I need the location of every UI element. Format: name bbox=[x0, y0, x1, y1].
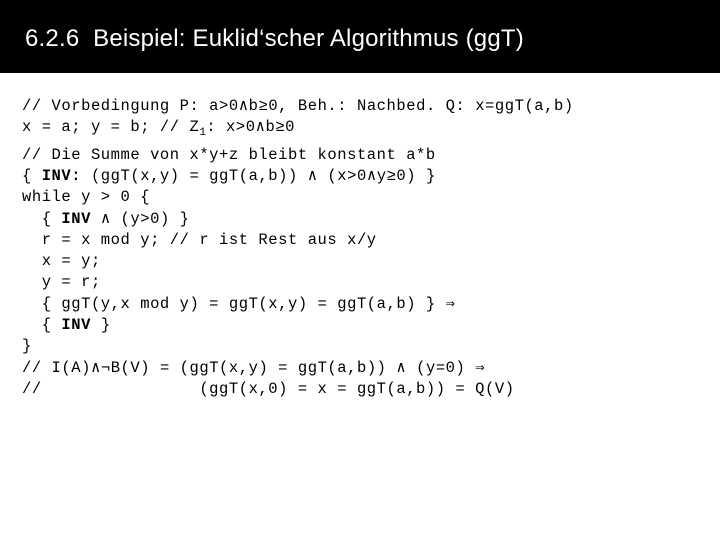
line-14-conclusion: // (ggT(x,0) = x = ggT(a,b)) = Q(V) bbox=[22, 379, 702, 400]
line-13-termination: // I(A)∧¬B(V) = (ggT(x,y) = ggT(a,b)) ∧ … bbox=[22, 358, 702, 379]
line-7-r-assign-text: r = x mod y; // r ist Rest aus x/y bbox=[22, 230, 377, 249]
line-2-init-text: x = a; y = b; // Z bbox=[22, 118, 200, 137]
line-7-r-assign: r = x mod y; // r ist Rest aus x/y bbox=[22, 230, 702, 251]
title-bar: 6.2.6 Beispiel: Euklid‘scher Algorithmus… bbox=[0, 0, 720, 73]
line-6-inv-and-guard: { INV ∧ (y>0) } bbox=[22, 209, 702, 230]
line-11-inv-text: } bbox=[90, 316, 111, 335]
line-14-conclusion-text: // (ggT(x,0) = x = ggT(a,b)) = Q(V) bbox=[22, 379, 515, 398]
line-4-invariant-text: (ggT(x,y) = ggT(a,b)) ∧ (x>0∧y≥0) } bbox=[81, 166, 436, 185]
page-title: 6.2.6 Beispiel: Euklid‘scher Algorithmus… bbox=[25, 25, 524, 52]
line-5-while-text: while y > 0 { bbox=[22, 188, 151, 207]
line-8-x-assign-text: x = y; bbox=[22, 252, 101, 271]
slide-canvas: 6.2.6 Beispiel: Euklid‘scher Algorithmus… bbox=[0, 0, 720, 540]
line-11-inv-keyword: INV bbox=[61, 316, 91, 335]
line-4-invariant-text: { bbox=[22, 166, 42, 185]
line-9-y-assign-text: y = r; bbox=[22, 273, 101, 292]
line-6-inv-and-guard-keyword: INV bbox=[61, 209, 91, 228]
line-13-termination-text: // I(A)∧¬B(V) = (ggT(x,y) = ggT(a,b)) ∧ … bbox=[22, 358, 486, 377]
line-11-inv: { INV } bbox=[22, 315, 702, 336]
line-8-x-assign: x = y; bbox=[22, 251, 702, 272]
line-10-ggt-chain: { ggT(y,x mod y) = ggT(x,y) = ggT(a,b) }… bbox=[22, 294, 702, 315]
line-9-y-assign: y = r; bbox=[22, 272, 702, 293]
line-2-init: x = a; y = b; // Z1: x>0∧b≥0 bbox=[22, 117, 702, 144]
line-10-ggt-chain-text: { ggT(y,x mod y) = ggT(x,y) = ggT(a,b) }… bbox=[22, 294, 456, 313]
line-6-inv-and-guard-text: { bbox=[22, 209, 62, 228]
line-4-invariant-keyword: INV: bbox=[41, 166, 82, 185]
line-12-close-brace: } bbox=[22, 336, 702, 357]
line-12-close-brace-text: } bbox=[22, 337, 32, 356]
line-11-inv-text: { bbox=[22, 316, 62, 335]
line-3-comment-summe: // Die Summe von x*y+z bleibt konstant a… bbox=[22, 145, 702, 166]
line-2-init-text: : x>0∧b≥0 bbox=[206, 118, 296, 137]
code-listing: // Vorbedingung P: a>0∧b≥0, Beh.: Nachbe… bbox=[22, 96, 702, 400]
line-4-invariant: { INV: (ggT(x,y) = ggT(a,b)) ∧ (x>0∧y≥0)… bbox=[22, 166, 702, 187]
line-1-vorbedingung: // Vorbedingung P: a>0∧b≥0, Beh.: Nachbe… bbox=[22, 96, 702, 117]
line-1-vorbedingung-text: // Vorbedingung P: a>0∧b≥0, Beh.: Nachbe… bbox=[22, 97, 574, 115]
line-6-inv-and-guard-text: ∧ (y>0) } bbox=[90, 209, 190, 228]
line-3-comment-summe-text: // Die Summe von x*y+z bleibt konstant a… bbox=[22, 145, 436, 164]
line-5-while: while y > 0 { bbox=[22, 187, 702, 208]
